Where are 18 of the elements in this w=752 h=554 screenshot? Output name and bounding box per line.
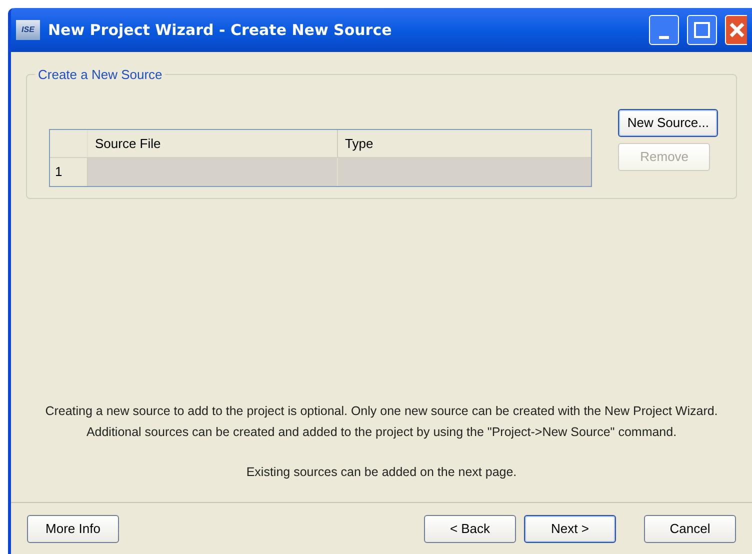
row-number: 1 [50,158,88,186]
minimize-button[interactable] [649,15,679,45]
column-header[interactable]: Source File [88,130,338,157]
maximize-button[interactable] [687,15,717,45]
close-button[interactable] [725,15,747,45]
next-button[interactable]: Next > [524,514,616,542]
new-source-button[interactable]: New Source... [618,109,718,137]
window-title: New Project Wizard - Create New Source [48,20,393,41]
back-button[interactable]: < Back [424,514,516,542]
more-info-button[interactable]: More Info [27,514,119,542]
table-cell[interactable] [338,158,591,186]
cancel-button[interactable]: Cancel [644,514,736,542]
table-cell[interactable] [88,158,338,186]
description-text: Creating a new source to add to the project is optional. Only one new source can be created with the New Project Wizard. Additional sources can be created and added to the project by using the "Project->New Source" command. [44,403,719,442]
app-icon: ISE [16,20,40,40]
close-icon [728,21,746,39]
note-text: Existing sources can be added on the next page. [245,464,518,482]
column-header[interactable]: Type [338,130,591,157]
